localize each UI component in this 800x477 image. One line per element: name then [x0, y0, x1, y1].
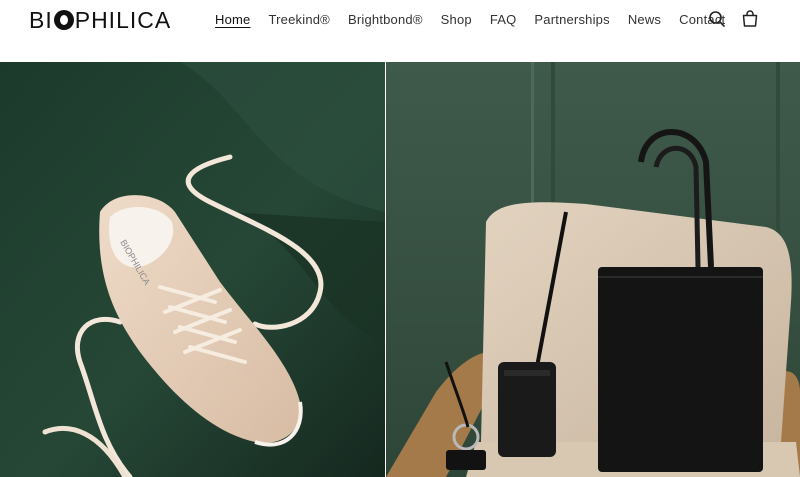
site-header: BI PHILICA Home Treekind® Brightbond® Sh… [0, 0, 800, 62]
logo-prefix: BI [29, 6, 53, 33]
search-icon [709, 11, 725, 27]
hero-image-sneaker[interactable]: BIOPHILICA [0, 62, 385, 477]
hero-image-tote-bag[interactable] [386, 62, 800, 477]
nav-item-news[interactable]: News [619, 10, 670, 29]
main-nav: Home Treekind® Brightbond® Shop FAQ Part… [206, 10, 734, 29]
sneaker-illustration: BIOPHILICA [0, 62, 385, 477]
tote-bag-illustration [386, 62, 800, 477]
search-button[interactable] [707, 9, 727, 29]
nav-item-treekind[interactable]: Treekind® [259, 10, 338, 29]
nav-item-faq[interactable]: FAQ [481, 10, 526, 29]
cart-icon [742, 10, 758, 27]
logo-o-mark [53, 10, 74, 30]
nav-item-partnerships[interactable]: Partnerships [525, 10, 618, 29]
logo-suffix: PHILICA [74, 6, 172, 33]
brand-logo[interactable]: BI PHILICA [29, 6, 171, 34]
cart-button[interactable] [740, 9, 760, 29]
nav-item-shop[interactable]: Shop [432, 10, 481, 29]
nav-item-home[interactable]: Home [206, 10, 259, 29]
nav-item-brightbond[interactable]: Brightbond® [339, 10, 432, 29]
